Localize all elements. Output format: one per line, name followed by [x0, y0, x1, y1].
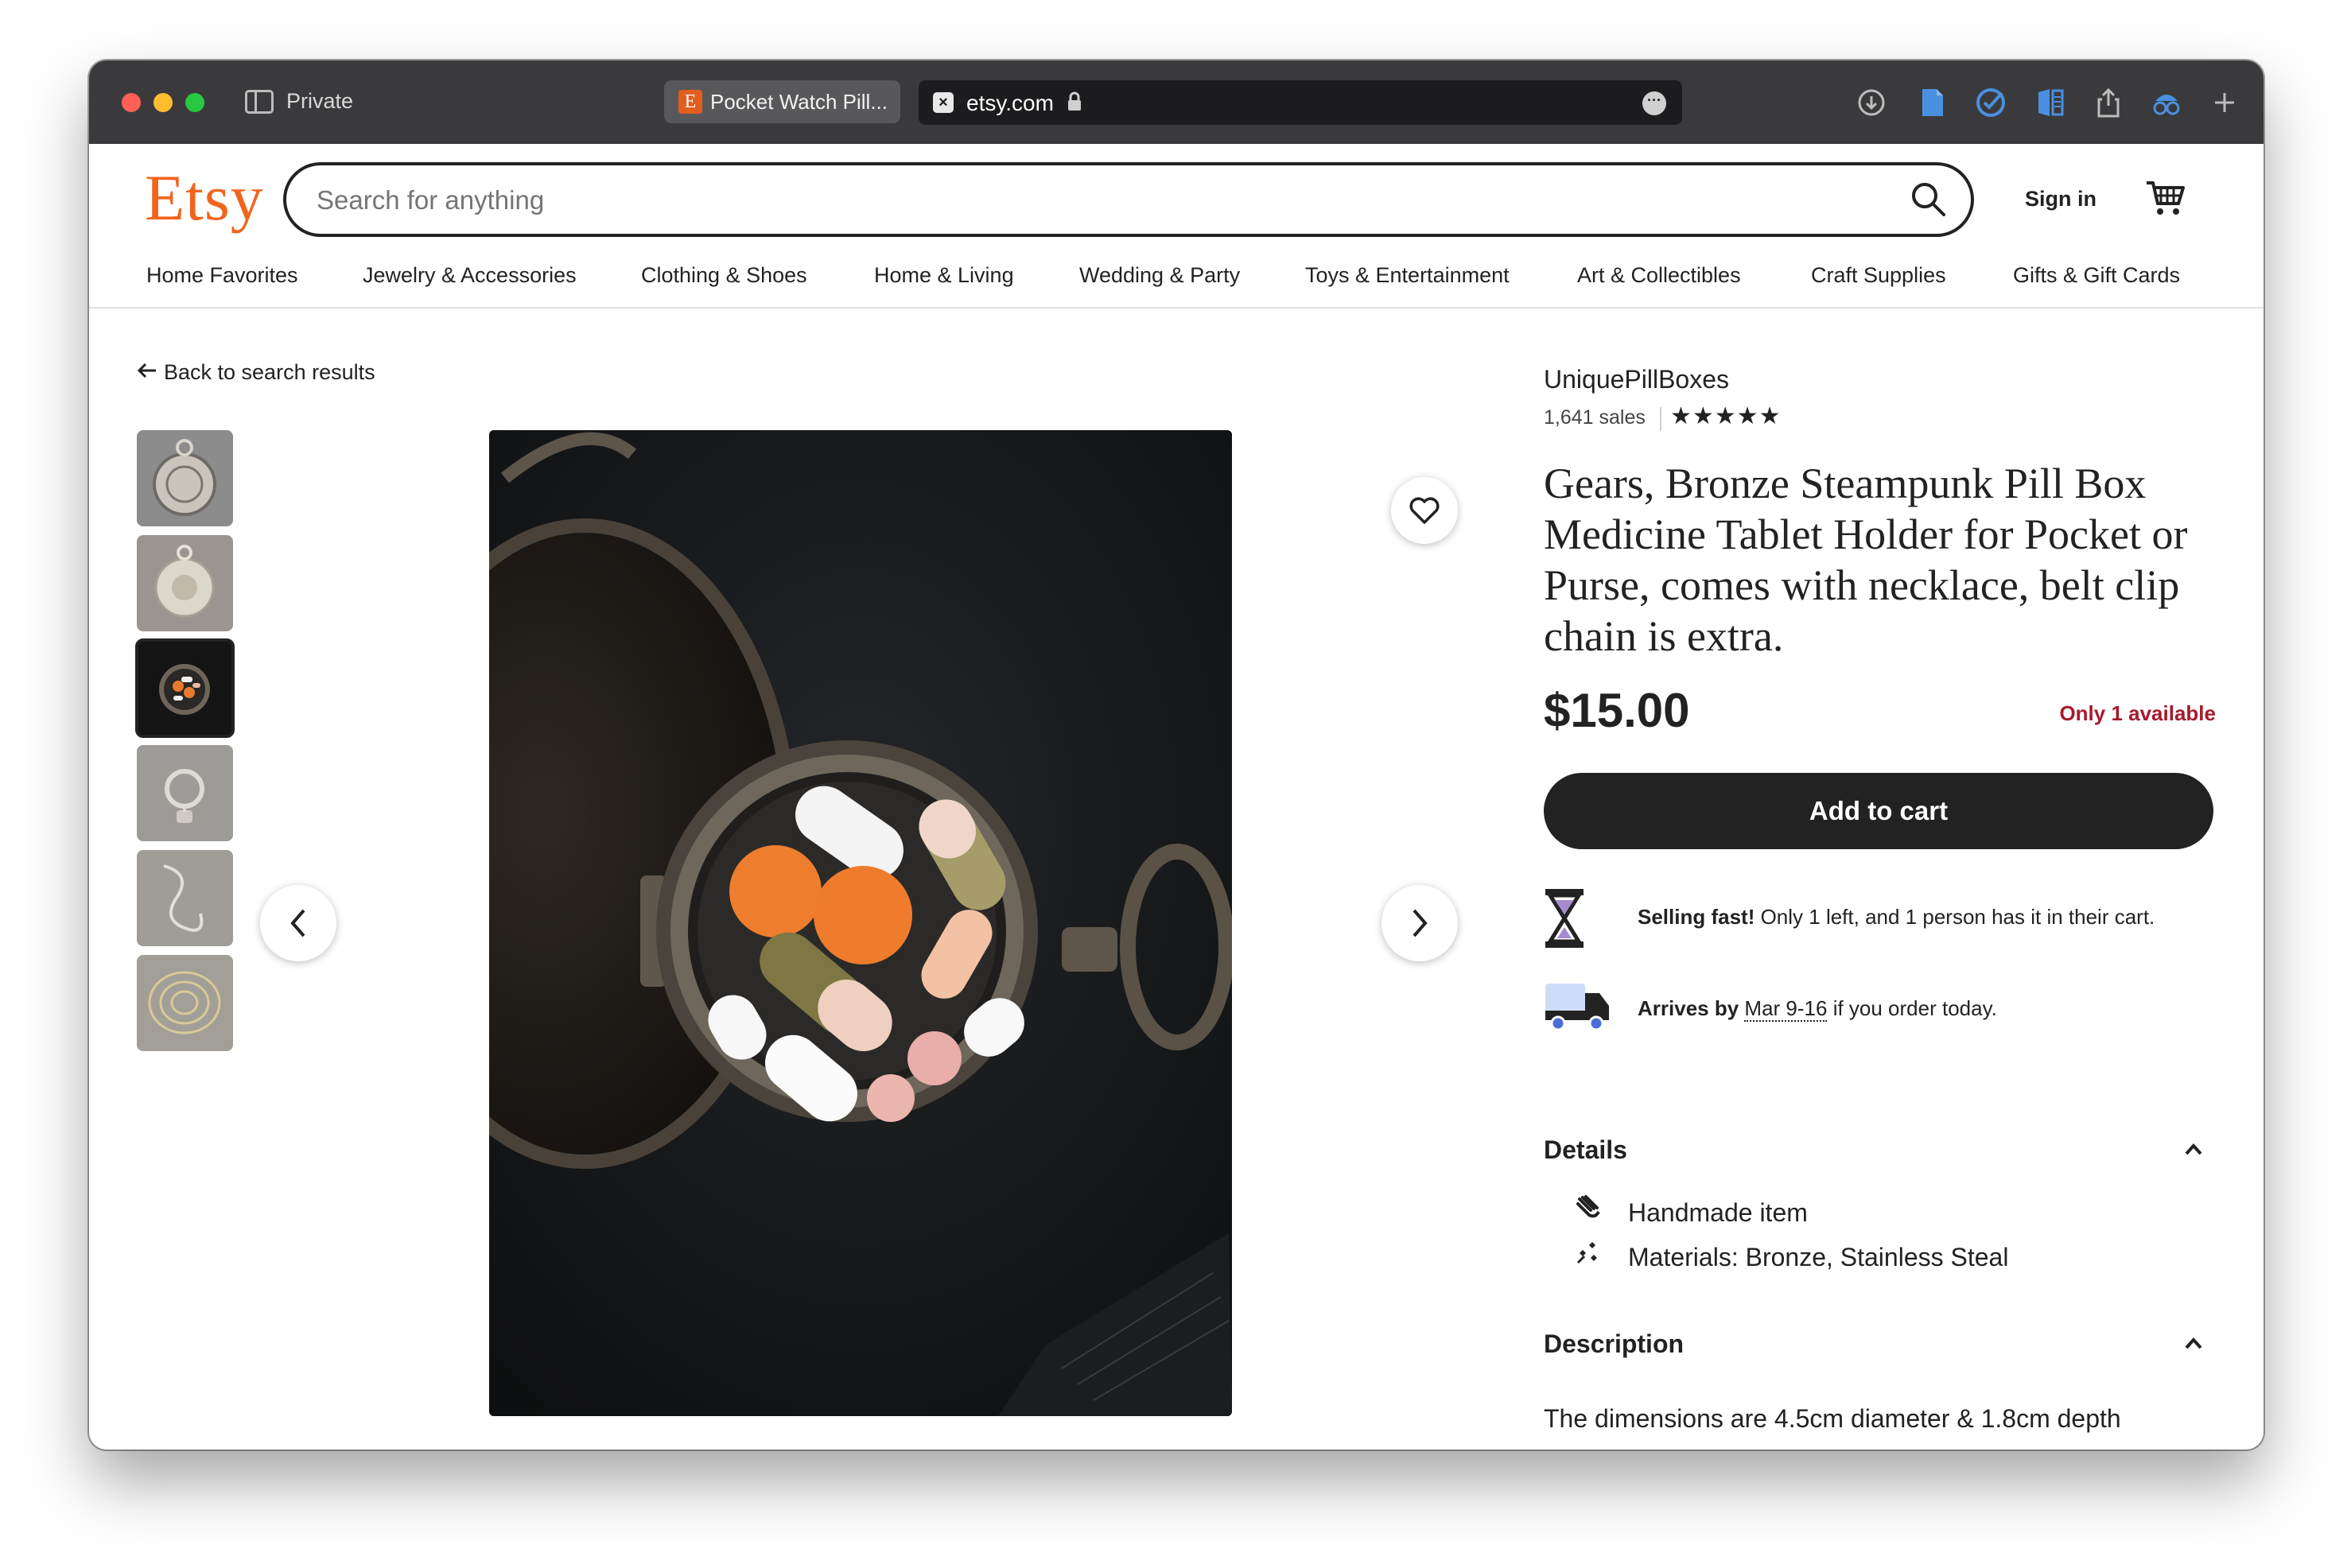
- listing-price: $15.00: [1544, 684, 1690, 737]
- arrival-date-range[interactable]: Mar 9-16: [1744, 996, 1828, 1022]
- nav-gifts-gift-cards[interactable]: Gifts & Gift Cards: [2013, 263, 2180, 288]
- materials-sparkle-icon: [1572, 1239, 1604, 1272]
- private-browsing-icon[interactable]: [2148, 84, 2185, 121]
- address-url: etsy.com: [966, 91, 1054, 115]
- address-bar[interactable]: × etsy.com ···: [919, 80, 1682, 125]
- new-tab-icon[interactable]: [2206, 84, 2243, 121]
- delivery-estimate: Arrives by Mar 9-16 if you order today.: [1544, 979, 2213, 1042]
- add-to-cart-button[interactable]: Add to cart: [1544, 773, 2213, 849]
- description-heading[interactable]: Description: [1544, 1329, 1684, 1359]
- back-label: Back to search results: [164, 360, 375, 384]
- details-heading[interactable]: Details: [1544, 1135, 1627, 1165]
- nav-toys-entertainment[interactable]: Toys & Entertainment: [1305, 263, 1510, 288]
- search-icon[interactable]: [1909, 180, 1949, 219]
- nav-craft-supplies[interactable]: Craft Supplies: [1811, 263, 1946, 288]
- etsy-logo[interactable]: Etsy: [145, 161, 264, 235]
- minimize-window-button[interactable]: [153, 93, 173, 112]
- back-to-search-link[interactable]: Back to search results: [137, 360, 375, 385]
- sales-count: 1,641 sales: [1544, 406, 1646, 429]
- private-mode-label: Private: [286, 89, 354, 113]
- nav-home-favorites[interactable]: Home Favorites: [146, 263, 298, 288]
- sign-in-link[interactable]: Sign in: [2025, 187, 2096, 212]
- detail-materials-text: Materials: Bronze, Stainless Steal: [1628, 1243, 2009, 1271]
- next-image-button[interactable]: [1381, 885, 1458, 961]
- rating-stars[interactable]: ★★★★★: [1670, 402, 1781, 430]
- search-input[interactable]: Search for anything: [317, 185, 544, 215]
- availability-note: Only 1 available: [2059, 701, 2216, 725]
- thumbnail-6[interactable]: [137, 955, 233, 1051]
- cart-icon[interactable]: [2143, 177, 2186, 219]
- checkmark-extension-icon[interactable]: [1972, 84, 2009, 121]
- chevron-up-icon[interactable]: [2182, 1332, 2205, 1356]
- tab-title: Pocket Watch Pill...: [710, 90, 888, 114]
- detail-materials: Materials: Bronze, Stainless Steal: [1572, 1239, 2008, 1272]
- selling-fast-notice: Selling fast! Only 1 left, and 1 person …: [1544, 887, 2213, 951]
- chevron-up-icon[interactable]: [2182, 1138, 2205, 1162]
- hourglass-icon: [1544, 887, 1585, 955]
- browser-titlebar: Private E Pocket Watch Pill... × etsy.co…: [89, 60, 2264, 144]
- share-icon[interactable]: [2090, 84, 2127, 121]
- thumbnail-1[interactable]: [137, 430, 233, 526]
- favorite-button[interactable]: [1391, 477, 1458, 544]
- arrives-label: Arrives by: [1638, 996, 1739, 1020]
- delivery-truck-icon: [1544, 979, 1612, 1040]
- lock-icon: [1067, 91, 1082, 118]
- previous-image-button[interactable]: [260, 885, 336, 961]
- thumbnail-3[interactable]: [135, 638, 235, 738]
- notes-extension-icon[interactable]: [1914, 84, 1951, 121]
- site-favicon-icon: ×: [933, 92, 954, 113]
- detail-handmade-text: Handmade item: [1628, 1198, 1808, 1227]
- nav-clothing-shoes[interactable]: Clothing & Shoes: [641, 263, 807, 288]
- reader-extension-icon[interactable]: [2032, 84, 2069, 121]
- nav-home-living[interactable]: Home & Living: [874, 263, 1014, 288]
- handmade-hand-icon: [1572, 1194, 1604, 1228]
- nav-wedding-party[interactable]: Wedding & Party: [1079, 263, 1240, 288]
- search-bar[interactable]: Search for anything: [283, 162, 1974, 237]
- thumbnail-5[interactable]: [137, 850, 233, 946]
- zoom-window-button[interactable]: [185, 93, 204, 112]
- shop-name-link[interactable]: UniquePillBoxes: [1544, 365, 1729, 394]
- arrives-detail: if you order today.: [1827, 996, 1997, 1020]
- selling-fast-label: Selling fast!: [1638, 905, 1755, 929]
- page-menu-icon[interactable]: ···: [1642, 91, 1666, 115]
- heart-icon: [1409, 497, 1440, 524]
- product-main-image[interactable]: [489, 430, 1232, 1416]
- nav-art-collectibles[interactable]: Art & Collectibles: [1577, 263, 1741, 288]
- listing-title: Gears, Bronze Steampunk Pill Box Medicin…: [1544, 460, 2188, 660]
- nav-jewelry-accessories[interactable]: Jewelry & Accessories: [363, 263, 577, 288]
- description-text: The dimensions are 4.5cm diameter & 1.8c…: [1544, 1404, 2121, 1433]
- thumbnail-2[interactable]: [137, 535, 233, 631]
- arrow-left-icon: [137, 360, 157, 385]
- category-nav: Home Favorites Jewelry & Accessories Clo…: [89, 254, 2264, 309]
- sidebar-toggle-icon[interactable]: [245, 90, 274, 114]
- etsy-favicon-icon: E: [678, 90, 702, 114]
- selling-fast-detail: Only 1 left, and 1 person has it in thei…: [1755, 905, 2155, 929]
- detail-handmade: Handmade item: [1572, 1194, 1808, 1228]
- close-window-button[interactable]: [122, 93, 141, 112]
- browser-tab[interactable]: E Pocket Watch Pill...: [664, 80, 900, 123]
- sales-divider: [1660, 407, 1661, 431]
- downloads-icon[interactable]: [1853, 84, 1890, 121]
- thumbnail-4[interactable]: [137, 745, 233, 841]
- browser-window: Private E Pocket Watch Pill... × etsy.co…: [89, 60, 2264, 1450]
